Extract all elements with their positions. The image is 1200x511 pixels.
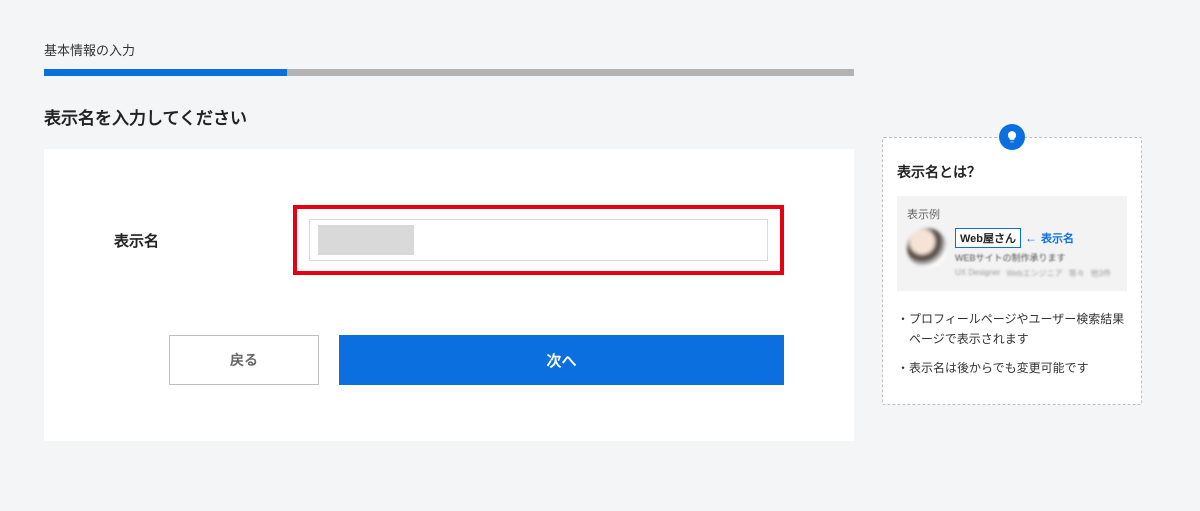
redacted-input-value (318, 225, 414, 255)
progress-step-label: 基本情報の入力 (44, 40, 1154, 59)
tip-bullet: 表示名は後からでも変更可能です (897, 358, 1127, 378)
tip-card: 表示名とは？ 表示例 Web屋さん ← 表示名 WEBサイトの制作承ります (882, 137, 1142, 405)
progress-bar (44, 69, 854, 76)
tip-example-box: 表示例 Web屋さん ← 表示名 WEBサイトの制作承ります UX Design (897, 196, 1127, 291)
back-button[interactable]: 戻る (169, 335, 319, 385)
tip-title: 表示名とは？ (897, 162, 1127, 182)
example-description: WEBサイトの制作承ります (955, 251, 1117, 264)
display-name-row: 表示名 (114, 205, 784, 275)
input-highlight-box (293, 205, 784, 275)
avatar (907, 228, 947, 268)
tip-bullet: プロフィールページやユーザー検索結果ページで表示されます (897, 309, 1127, 350)
progress-section: 基本情報の入力 (44, 40, 1154, 76)
example-tags: UX Designer Webエンジニア 等々 他3件 (955, 268, 1117, 279)
progress-bar-fill (44, 69, 287, 76)
next-button[interactable]: 次へ (339, 335, 784, 385)
lightbulb-icon (999, 124, 1025, 150)
tip-example-heading: 表示例 (907, 206, 1117, 222)
arrow-left-icon: ← (1025, 232, 1037, 244)
button-row: 戻る 次へ (114, 335, 784, 385)
form-card: 表示名 戻る 次へ (44, 149, 854, 441)
tip-panel: 表示名とは？ 表示例 Web屋さん ← 表示名 WEBサイトの制作承ります (882, 137, 1142, 405)
page-title: 表示名を入力してください (44, 104, 1154, 129)
example-display-name: Web屋さん (955, 228, 1021, 248)
example-pointer-label: 表示名 (1041, 230, 1074, 246)
display-name-input[interactable] (309, 219, 768, 261)
display-name-label: 表示名 (114, 230, 293, 251)
tip-bullet-list: プロフィールページやユーザー検索結果ページで表示されます 表示名は後からでも変更… (897, 309, 1127, 378)
